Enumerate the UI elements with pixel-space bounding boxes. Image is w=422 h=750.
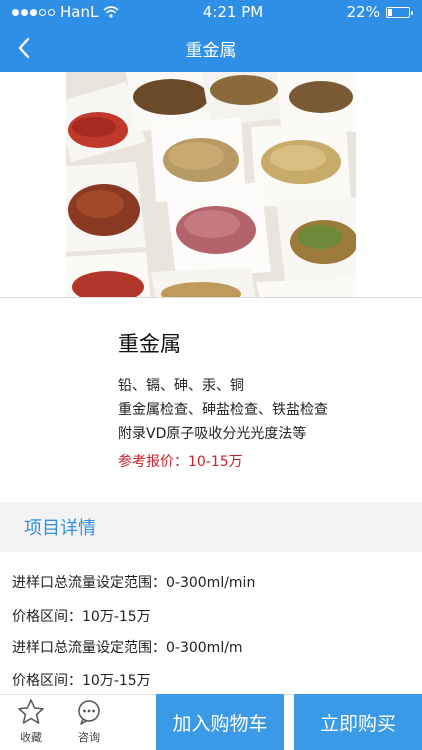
- section-header: 项目详情: [0, 502, 422, 552]
- section-title: 项目详情: [24, 518, 96, 539]
- navigation-bar: 重金属: [0, 24, 422, 72]
- battery-icon: [385, 6, 413, 18]
- chat-icon: [78, 700, 100, 725]
- page-title: 重金属: [185, 40, 237, 61]
- add-to-cart-button[interactable]: 加入购物车: [156, 694, 284, 750]
- detail-row: 进样口总流量设定范围：0-300ml/min: [12, 575, 256, 591]
- wifi-icon: [103, 6, 119, 18]
- back-button[interactable]: [10, 34, 38, 62]
- product-image: [66, 72, 356, 297]
- consult-button[interactable]: 咨询: [64, 697, 114, 749]
- product-info: 重金属 铅、镉、砷、汞、铜 重金属检查、砷盐检查、铁盐检查 附录VD原子吸收分光…: [118, 328, 328, 474]
- buy-now-button[interactable]: 立即购买: [294, 694, 422, 750]
- detail-row: 价格区间：10万-15万: [12, 609, 151, 625]
- product-price: 参考报价：10-15万: [118, 454, 243, 470]
- header: HanL 4:21 PM 22% 重金属: [0, 0, 422, 72]
- star-icon: [18, 699, 44, 724]
- battery-percent: 22%: [346, 3, 380, 21]
- divider: [0, 297, 422, 298]
- herbal-bags-illustration: [66, 72, 356, 297]
- detail-row: 价格区间：10万-15万: [12, 673, 151, 689]
- carrier-name: HanL: [60, 3, 99, 21]
- product-elements: 铅、镉、砷、汞、铜: [118, 378, 244, 394]
- signal-strength-icon: [12, 8, 55, 16]
- favorite-label: 收藏: [20, 731, 42, 744]
- status-bar: HanL 4:21 PM 22%: [0, 0, 422, 24]
- consult-label: 咨询: [78, 731, 100, 744]
- product-tests: 重金属检查、砷盐检查、铁盐检查: [118, 402, 328, 418]
- product-title: 重金属: [118, 332, 181, 356]
- detail-row: 进样口总流量设定范围：0-300ml/m: [12, 640, 243, 656]
- status-time: 4:21 PM: [202, 3, 264, 21]
- chevron-left-icon: [18, 37, 30, 59]
- product-method: 附录VD原子吸收分光光度法等: [118, 426, 307, 442]
- favorite-button[interactable]: 收藏: [6, 697, 56, 749]
